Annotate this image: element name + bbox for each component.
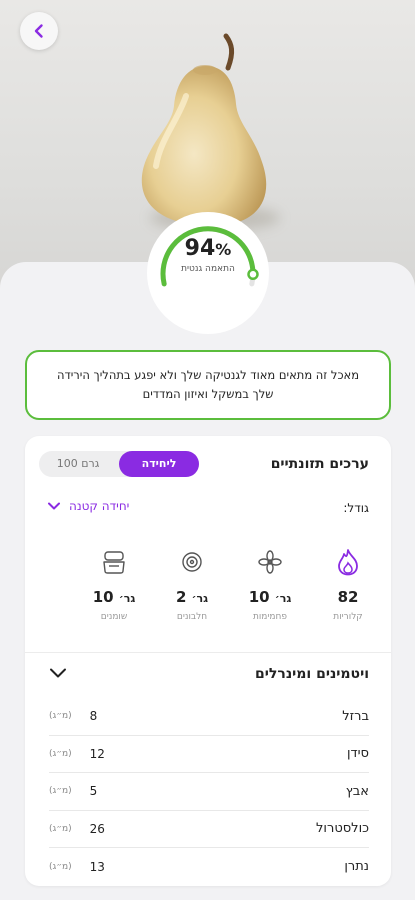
nutrition-card: ערכים תזונתיים 100 גרם ליחידה גודל: יחיד… bbox=[25, 436, 391, 886]
match-label: התאמה גנטית bbox=[181, 264, 235, 274]
list-item: ברזל (מ״ג) 8 bbox=[49, 698, 369, 736]
chevron-down-icon bbox=[48, 502, 60, 510]
serving-toggle[interactable]: 100 גרם ליחידה bbox=[39, 451, 199, 477]
match-percent: 94% bbox=[184, 236, 232, 261]
flame-icon bbox=[338, 549, 358, 576]
chevron-left-icon bbox=[34, 24, 43, 38]
list-item: סידן (מ״ג) 12 bbox=[49, 736, 369, 773]
fiber-icon bbox=[258, 550, 282, 574]
vitamins-collapse-button[interactable] bbox=[49, 664, 67, 683]
genetic-match-badge: 94% התאמה גנטית bbox=[147, 212, 269, 334]
recommendation-text: מאכל זה מתאים מאוד לגנטיקה שלך ולא יפגע … bbox=[56, 368, 360, 401]
nutrient-carbs: 10 גר׳ פחמימות bbox=[235, 548, 305, 622]
vitamins-list: ברזל (מ״ג) 8 סידן (מ״ג) 12 אבץ (מ״ג) 5 כולס… bbox=[49, 698, 369, 886]
back-button[interactable] bbox=[20, 12, 58, 50]
chevron-down-icon bbox=[50, 668, 66, 678]
fat-icon bbox=[103, 551, 125, 574]
size-dropdown[interactable]: יחידה קטנה bbox=[47, 499, 129, 513]
protein-icon bbox=[182, 552, 202, 572]
section-divider bbox=[25, 652, 391, 653]
nutrition-title: ערכים תזונתיים bbox=[270, 456, 369, 472]
list-item: אבץ (מ״ג) 5 bbox=[49, 773, 369, 811]
list-item: נתרן (מ״ג) 13 bbox=[49, 859, 369, 875]
size-label: גודל: bbox=[343, 501, 369, 515]
nutrient-calories: 82 קלוריות bbox=[313, 548, 383, 622]
toggle-100g[interactable]: 100 גרם bbox=[39, 451, 117, 477]
size-value: יחידה קטנה bbox=[69, 499, 130, 513]
nutrient-protein: 2 גר׳ חלבונים bbox=[157, 548, 227, 622]
vitamins-title: ויטמינים ומינרלים bbox=[255, 666, 369, 682]
toggle-per-unit[interactable]: ליחידה bbox=[119, 451, 199, 477]
recommendation-note: מאכל זה מתאים מאוד לגנטיקה שלך ולא יפגע … bbox=[25, 350, 391, 420]
nutrient-fats: 10 גר׳ שומנים bbox=[79, 548, 149, 622]
list-item: כולסטרול (מ״ג) 26 bbox=[49, 811, 369, 848]
